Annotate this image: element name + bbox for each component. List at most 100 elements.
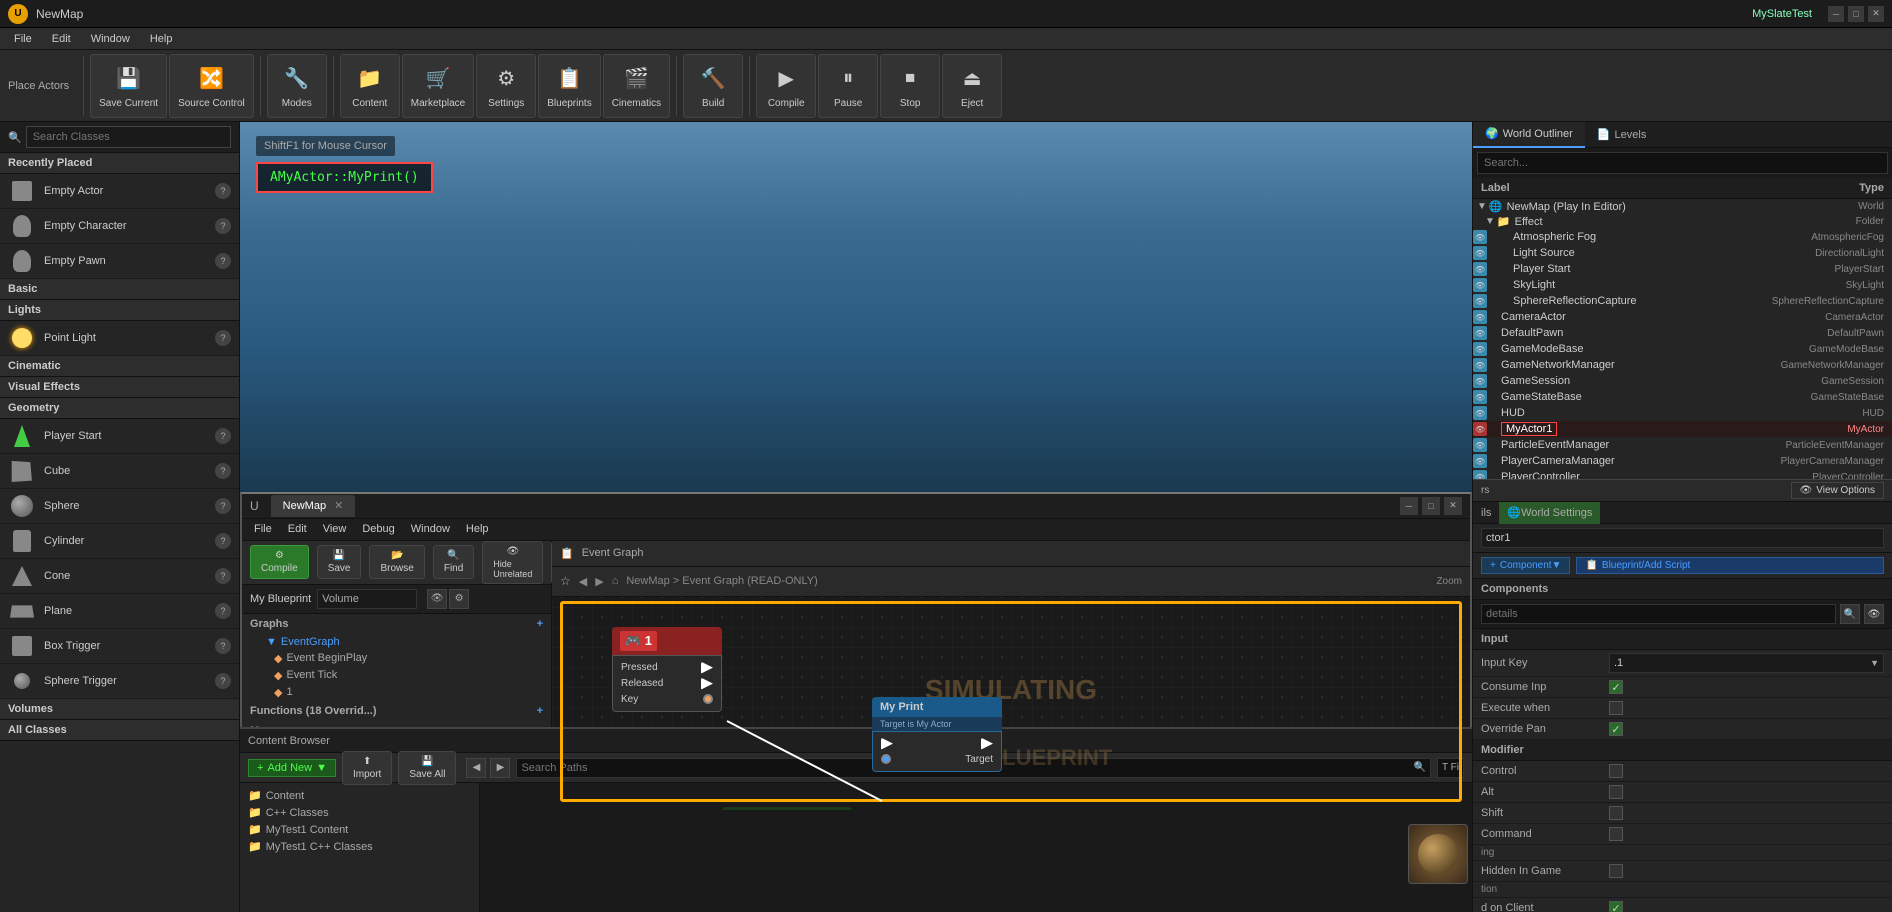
nav-back-btn[interactable]: ◀ — [579, 575, 587, 588]
close-btn[interactable]: ✕ — [1868, 6, 1884, 22]
actor-plane[interactable]: Plane ? — [0, 594, 239, 629]
box-trigger-info[interactable]: ? — [215, 638, 231, 654]
consume-input-checkbox[interactable]: ✓ — [1609, 680, 1623, 694]
details-search-input[interactable] — [1481, 604, 1836, 624]
menu-help[interactable]: Help — [140, 28, 183, 50]
bp-menu-edit[interactable]: Edit — [280, 518, 315, 540]
bp-tab-close[interactable]: ✕ — [334, 499, 343, 512]
event-begin-play-item[interactable]: ◆ Event BeginPlay — [250, 650, 551, 667]
empty-actor-info[interactable]: ? — [215, 183, 231, 199]
content-button[interactable]: 📁 Content — [340, 54, 400, 118]
cb-content-area[interactable] — [480, 783, 1472, 912]
category-volumes[interactable]: Volumes — [0, 699, 239, 720]
cb-item-mytest1-content[interactable]: 📁 MyTest1 Content — [240, 821, 479, 838]
filter-button[interactable]: T Fi — [1437, 758, 1464, 778]
category-lights[interactable]: Lights — [0, 300, 239, 321]
functions-add-icon[interactable]: + — [537, 705, 543, 717]
key-pin[interactable]: Key — [617, 692, 717, 707]
empty-character-info[interactable]: ? — [215, 218, 231, 234]
keyboard-event-node[interactable]: 🎮 1 Pressed Released — [612, 627, 722, 712]
maximize-btn[interactable]: □ — [1848, 6, 1864, 22]
alt-checkbox[interactable] — [1609, 785, 1623, 799]
actor-player-start[interactable]: Player Start ? — [0, 419, 239, 454]
bp-eye-btn[interactable]: 👁 — [427, 589, 447, 609]
levels-tab[interactable]: 📄 Levels — [1585, 122, 1659, 148]
cone-info[interactable]: ? — [215, 568, 231, 584]
add-component-button[interactable]: + Component▼ — [1481, 557, 1570, 574]
net-cull-checkbox[interactable]: ✓ — [1609, 901, 1623, 912]
event-1-item[interactable]: ◆ 1 — [250, 684, 551, 701]
cb-item-mytest1-cpp[interactable]: 📁 MyTest1 C++ Classes — [240, 838, 479, 855]
command-checkbox[interactable] — [1609, 827, 1623, 841]
world-settings-tab[interactable]: 🌐 World Settings — [1499, 502, 1600, 524]
outliner-item-light-source[interactable]: 👁 Light Source DirectionalLight — [1473, 245, 1892, 261]
viewport[interactable]: ShiftF1 for Mouse Cursor AMyActor::MyPri… — [240, 122, 1472, 492]
input-key-dropdown[interactable]: ▼ — [1870, 658, 1879, 668]
bp-menu-debug[interactable]: Debug — [354, 518, 402, 540]
category-cinematic[interactable]: Cinematic — [0, 356, 239, 377]
details-eye-icon[interactable]: 👁 — [1864, 604, 1884, 624]
input-section[interactable]: Input — [1473, 629, 1892, 650]
my-print-exec-in[interactable] — [877, 736, 997, 752]
actor-name-input[interactable] — [1481, 528, 1884, 548]
menu-window[interactable]: Window — [81, 28, 140, 50]
type-col-header[interactable]: Type — [1859, 182, 1884, 194]
cinematics-button[interactable]: 🎬 Cinematics — [603, 54, 670, 118]
import-button[interactable]: ⬆ Import — [342, 751, 392, 785]
bp-restore[interactable]: □ — [1422, 497, 1440, 515]
actor-empty-pawn[interactable]: Empty Pawn ? — [0, 244, 239, 279]
settings-button[interactable]: ⚙ Settings — [476, 54, 536, 118]
menu-file[interactable]: File — [4, 28, 42, 50]
my-print-node[interactable]: My Print Target is My Actor — [872, 697, 1002, 772]
actor-empty-character[interactable]: Empty Character ? — [0, 209, 239, 244]
save-current-button[interactable]: 💾 Save Current — [90, 54, 167, 118]
bp-menu-file[interactable]: File — [246, 518, 280, 540]
pause-button[interactable]: ⏸ Pause — [818, 54, 878, 118]
cube-info[interactable]: ? — [215, 463, 231, 479]
minimize-btn[interactable]: ─ — [1828, 6, 1844, 22]
category-geometry[interactable]: Geometry — [0, 398, 239, 419]
outliner-item-effect[interactable]: ▼ 📁 Effect Folder — [1473, 214, 1892, 229]
outliner-item-gamesession[interactable]: 👁 GameSession GameSession — [1473, 373, 1892, 389]
actor-sphere-trigger[interactable]: Sphere Trigger ? — [0, 664, 239, 699]
build-button[interactable]: 🔨 Build — [683, 54, 743, 118]
outliner-search-input[interactable] — [1477, 152, 1888, 174]
marketplace-button[interactable]: 🛒 Marketplace — [402, 54, 474, 118]
bp-menu-window[interactable]: Window — [403, 518, 458, 540]
eject-button[interactable]: ⏏ Eject — [942, 54, 1002, 118]
sphere-info[interactable]: ? — [215, 498, 231, 514]
nav-home-btn[interactable]: ⌂ — [612, 575, 619, 587]
details-search-icon[interactable]: 🔍 — [1840, 604, 1860, 624]
actor-sphere[interactable]: Sphere ? — [0, 489, 239, 524]
modes-button[interactable]: 🔧 Modes — [267, 54, 327, 118]
outliner-item-gamemodebase[interactable]: 👁 GameModeBase GameModeBase — [1473, 341, 1892, 357]
source-control-button[interactable]: 🔀 Source Control — [169, 54, 254, 118]
empty-pawn-info[interactable]: ? — [215, 253, 231, 269]
add-new-button[interactable]: + Add New ▼ — [248, 759, 336, 777]
actor-empty-actor[interactable]: Empty Actor ? — [0, 174, 239, 209]
target-pin[interactable]: Target — [877, 752, 997, 767]
label-col-header[interactable]: Label — [1481, 182, 1859, 194]
bp-settings-btn[interactable]: ⚙ — [449, 589, 469, 609]
category-recently-placed[interactable]: Recently Placed — [0, 153, 239, 174]
outliner-item-atmospheric-fog[interactable]: 👁 Atmospheric Fog AtmosphericFog — [1473, 229, 1892, 245]
execute-when-checkbox[interactable] — [1609, 701, 1623, 715]
play-button[interactable]: ▶ Compile — [756, 54, 816, 118]
blueprint-add-script-button[interactable]: 📋 Blueprint/Add Script — [1576, 557, 1884, 574]
outliner-item-playercamera[interactable]: 👁 PlayerCameraManager PlayerCameraManage… — [1473, 453, 1892, 469]
outliner-item-playercontroller[interactable]: 👁 PlayerController PlayerController — [1473, 469, 1892, 479]
bp-browse-button[interactable]: 📂 Browse — [369, 545, 424, 579]
bp-menu-help[interactable]: Help — [458, 518, 497, 540]
bp-tab-newmap[interactable]: NewMap ✕ — [271, 495, 356, 517]
outliner-item-defaultpawn[interactable]: 👁 DefaultPawn DefaultPawn — [1473, 325, 1892, 341]
cb-item-cpp-classes[interactable]: 📁 C++ Classes — [240, 804, 479, 821]
details-tab[interactable]: ils — [1473, 502, 1499, 524]
outliner-item-skylight[interactable]: 👁 SkyLight SkyLight — [1473, 277, 1892, 293]
actor-cube[interactable]: Cube ? — [0, 454, 239, 489]
graphs-add-icon[interactable]: + — [537, 618, 543, 630]
functions-section[interactable]: Functions (18 Overrid...) + — [242, 701, 551, 721]
shift-checkbox[interactable] — [1609, 806, 1623, 820]
bp-save-button[interactable]: 💾 Save — [317, 545, 362, 579]
event-graph-item[interactable]: ▼ EventGraph — [250, 634, 551, 650]
bp-hide-unrelated-button[interactable]: 👁 Hide Unrelated — [482, 541, 543, 584]
